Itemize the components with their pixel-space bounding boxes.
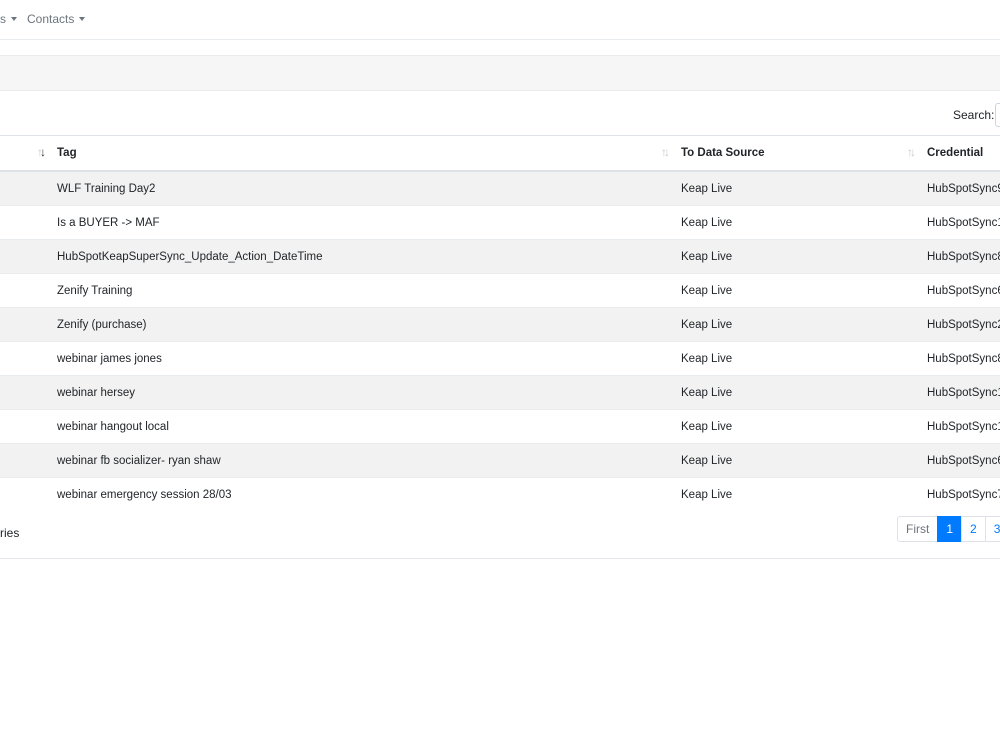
table-row[interactable]: webinar emergency session 28/03 Keap Liv… (0, 477, 1000, 510)
table-cell-credential: HubSpotSync8 (927, 250, 1000, 263)
table-row[interactable]: Zenify (purchase) Keap Live HubSpotSync2 (0, 307, 1000, 342)
table-cell-tag: Zenify (purchase) (57, 318, 147, 331)
tag-mapping-table: ↑↓ Tag ↑↓ To Data Source ↑↓ Credential W… (0, 135, 1000, 510)
pagination-page-3[interactable]: 3 (984, 516, 1000, 542)
table-info-text: ries (0, 526, 20, 540)
pagination-page-1[interactable]: 1 (937, 516, 963, 542)
table-cell-id (0, 307, 47, 342)
data-table-card: Search: ↑↓ Tag ↑↓ To Data Source ↑↓ Cred… (0, 96, 1000, 559)
table-cell-tag: WLF Training Day2 (57, 182, 156, 195)
breadcrumb (0, 55, 1000, 91)
table-cell-source: Keap Live (681, 386, 733, 399)
table-row[interactable]: webinar hersey Keap Live HubSpotSync1 (0, 375, 1000, 410)
table-cell-credential: HubSpotSync1 (927, 420, 1000, 433)
table-cell-id (0, 341, 47, 376)
table-cell-id (0, 205, 47, 240)
column-header-data-source[interactable]: To Data Source ↑↓ (671, 135, 917, 172)
table-cell-credential: HubSpotSync7 (927, 488, 1000, 501)
table-cell-credential: HubSpotSync2 (927, 318, 1000, 331)
sort-desc-icon: ↑↓ (37, 145, 46, 159)
table-cell-tag: webinar fb socializer- ryan shaw (57, 454, 221, 467)
table-cell-source: Keap Live (681, 488, 733, 501)
table-row[interactable]: Zenify Training Keap Live HubSpotSync6 (0, 273, 1000, 308)
table-cell-source: Keap Live (681, 250, 733, 263)
table-cell-source: Keap Live (681, 454, 733, 467)
chevron-down-icon (11, 17, 17, 21)
nav-menu-contacts-label: Contacts (27, 12, 75, 26)
table-cell-source: Keap Live (681, 352, 733, 365)
table-row[interactable]: webinar james jones Keap Live HubSpotSyn… (0, 341, 1000, 376)
sort-icon: ↑↓ (907, 145, 916, 159)
table-cell-source: Keap Live (681, 216, 733, 229)
table-cell-id (0, 443, 47, 478)
table-cell-tag: Is a BUYER -> MAF (57, 216, 160, 229)
table-cell-credential: HubSpotSync6 (927, 284, 1000, 297)
table-cell-id (0, 273, 47, 308)
sort-icon: ↑↓ (661, 145, 670, 159)
table-cell-source: Keap Live (681, 284, 733, 297)
table-row[interactable]: HubSpotKeapSuperSync_Update_Action_DateT… (0, 239, 1000, 274)
table-cell-credential: HubSpotSync8 (927, 352, 1000, 365)
pagination-first-button[interactable]: First (897, 516, 939, 542)
table-row[interactable]: WLF Training Day2 Keap Live HubSpotSync9 (0, 171, 1000, 206)
table-cell-tag: Zenify Training (57, 284, 133, 297)
table-cell-credential: HubSpotSync1 (927, 216, 1000, 229)
table-cell-source: Keap Live (681, 182, 733, 195)
search-input[interactable] (995, 103, 1000, 127)
table-cell-tag: webinar hersey (57, 386, 135, 399)
column-header-id[interactable]: ↑↓ (0, 135, 47, 172)
table-cell-id (0, 171, 47, 206)
pagination-page-2[interactable]: 2 (961, 516, 986, 542)
table-header-row: ↑↓ Tag ↑↓ To Data Source ↑↓ Credential (0, 135, 1000, 172)
table-cell-id (0, 375, 47, 410)
search-label: Search: (953, 108, 995, 122)
table-cell-id (0, 239, 47, 274)
pagination: First 1 2 3 (897, 516, 1000, 542)
column-header-tag[interactable]: Tag ↑↓ (47, 135, 671, 172)
table-cell-source: Keap Live (681, 318, 733, 331)
table-row[interactable]: webinar hangout local Keap Live HubSpotS… (0, 409, 1000, 444)
nav-menu-truncated[interactable]: s (0, 12, 17, 26)
table-cell-id (0, 409, 47, 444)
table-cell-id (0, 477, 47, 510)
column-header-credential[interactable]: Credential (917, 135, 1000, 172)
nav-menu-truncated-label: s (0, 12, 6, 26)
chevron-down-icon (79, 17, 86, 21)
table-wrapper: ↑↓ Tag ↑↓ To Data Source ↑↓ Credential W… (0, 135, 1000, 510)
table-cell-credential: HubSpotSync9 (927, 182, 1000, 195)
table-row[interactable]: webinar fb socializer- ryan shaw Keap Li… (0, 443, 1000, 478)
top-navbar: s Contacts (0, 0, 1000, 40)
table-cell-tag: webinar emergency session 28/03 (57, 488, 232, 501)
table-cell-credential: HubSpotSync1 (927, 386, 1000, 399)
table-row[interactable]: Is a BUYER -> MAF Keap Live HubSpotSync1 (0, 205, 1000, 240)
table-cell-tag: HubSpotKeapSuperSync_Update_Action_DateT… (57, 250, 323, 263)
table-cell-source: Keap Live (681, 420, 733, 433)
table-cell-credential: HubSpotSync6 (927, 454, 1000, 467)
nav-menu-contacts[interactable]: Contacts (27, 12, 86, 26)
table-cell-tag: webinar james jones (57, 352, 162, 365)
table-cell-tag: webinar hangout local (57, 420, 169, 433)
